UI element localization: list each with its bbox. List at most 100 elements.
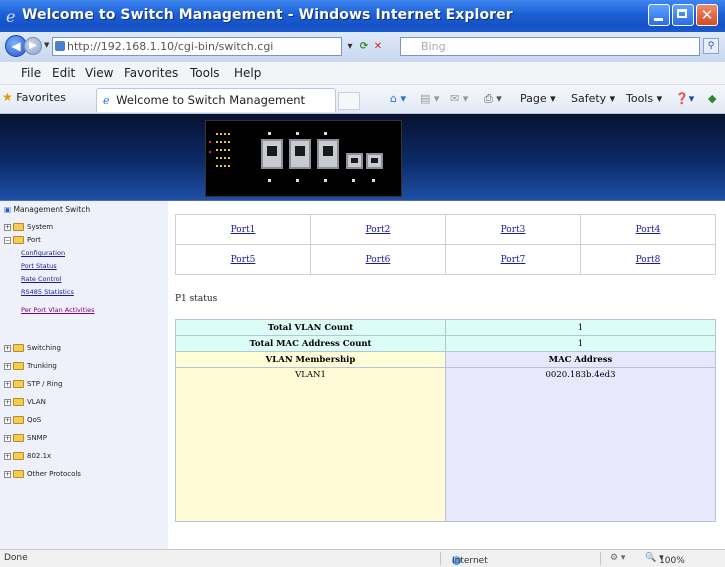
favorites-button[interactable]: ★ Favorites <box>2 90 66 104</box>
maximize-button[interactable] <box>672 4 694 26</box>
safety-menu[interactable]: Safety ▾ <box>571 92 615 105</box>
favorites-label: Favorites <box>16 91 66 104</box>
tree-link-rate-control[interactable]: Rate Control <box>21 273 61 285</box>
tree-item-qos[interactable]: + QoS <box>4 414 41 426</box>
tree-item-port[interactable]: − Port <box>4 234 41 246</box>
status-bar: Done Internet ⚙ ▾ 🔍 100% ▾ <box>0 549 725 567</box>
tab-page-icon: ℯ <box>103 94 110 107</box>
url-input[interactable]: http://192.168.1.10/cgi-bin/switch.cgi <box>52 37 342 56</box>
tree-item-vlan[interactable]: + VLAN <box>4 396 46 408</box>
menu-help[interactable]: Help <box>234 66 261 80</box>
search-button[interactable]: ⚲ <box>703 38 719 54</box>
expand-icon[interactable]: + <box>4 416 11 424</box>
mac-address-header: MAC Address <box>445 351 716 368</box>
switch-banner <box>0 114 725 201</box>
port-selector-table: Port1 Port2 Port3 Port4 Port5 Port6 Port… <box>175 214 716 275</box>
home-icon[interactable]: ⌂ ▾ <box>390 92 406 105</box>
window-title-bar: e Welcome to Switch Management - Windows… <box>0 0 725 32</box>
total-mac-count-value: 1 <box>445 335 716 352</box>
menu-bar: File Edit View Favorites Tools Help <box>0 62 725 85</box>
research-icon[interactable]: ◆ <box>708 92 716 105</box>
feeds-icon[interactable]: ▤ ▾ <box>420 92 439 105</box>
expand-icon[interactable]: + <box>4 223 11 231</box>
vlan-membership-value: VLAN1 <box>295 370 326 380</box>
expand-icon[interactable]: + <box>4 434 11 442</box>
folder-icon <box>13 362 24 370</box>
browser-tab[interactable]: ℯ Welcome to Switch Management <box>96 88 336 112</box>
print-icon[interactable]: ⎙ ▾ <box>484 92 502 106</box>
port-cell: Port5 <box>175 244 311 275</box>
tree-item-system[interactable]: + System <box>4 221 53 233</box>
port-link-7[interactable]: Port7 <box>501 255 526 265</box>
mac-address-cell: 0020.183b.4ed3 <box>445 367 716 522</box>
tools-menu[interactable]: Tools ▾ <box>626 92 662 105</box>
expand-icon[interactable]: + <box>4 470 11 478</box>
folder-icon <box>13 452 24 460</box>
page-menu[interactable]: Page ▾ <box>520 92 556 105</box>
port-cell: Port6 <box>310 244 446 275</box>
expand-icon[interactable]: + <box>4 398 11 406</box>
recent-pages-dropdown-icon[interactable]: ▼ <box>44 41 49 49</box>
menu-view[interactable]: View <box>85 66 113 80</box>
tree-item-stp-ring[interactable]: + STP / Ring <box>4 378 62 390</box>
mail-icon[interactable]: ✉ ▾ <box>450 92 468 105</box>
tree-item-label: Trunking <box>27 362 57 370</box>
close-button[interactable]: ✕ <box>696 4 718 26</box>
folder-icon <box>13 223 24 231</box>
zoom-level[interactable]: 🔍 100% ▾ <box>645 553 685 566</box>
help-icon[interactable]: ❓▾ <box>675 92 694 105</box>
port-link-4[interactable]: Port4 <box>636 225 661 235</box>
forward-arrow-icon: ▶ <box>29 40 37 51</box>
address-toolbar: ◀ ▶ ▼ http://192.168.1.10/cgi-bin/switch… <box>0 32 725 62</box>
tree-item-other-protocols[interactable]: + Other Protocols <box>4 468 81 480</box>
vlan-membership-header: VLAN Membership <box>175 351 446 368</box>
expand-icon[interactable]: + <box>4 452 11 460</box>
tree-item-label: Switching <box>27 344 61 352</box>
tree-link-rs485-statistics[interactable]: RS485 Statistics <box>21 286 74 298</box>
computer-icon: ▣ <box>4 205 12 214</box>
stop-icon[interactable]: ✕ <box>372 38 384 55</box>
tree-item-snmp[interactable]: + SNMP <box>4 432 47 444</box>
tree-link-per-port-vlan-activities[interactable]: Per Port Vlan Activities <box>21 304 94 316</box>
tree-root[interactable]: ▣ Management Switch <box>4 205 90 214</box>
protected-mode-icon[interactable]: ⚙ ▾ <box>610 553 625 563</box>
menu-favorites[interactable]: Favorites <box>124 66 178 80</box>
favorites-star-icon: ★ <box>2 90 13 104</box>
refresh-icon[interactable]: ⟳ <box>358 38 370 55</box>
tree-item-label: SNMP <box>27 434 47 442</box>
port-link-5[interactable]: Port5 <box>231 255 256 265</box>
port-link-6[interactable]: Port6 <box>366 255 391 265</box>
search-input[interactable]: Bing <box>400 37 700 56</box>
tree-item-trunking[interactable]: + Trunking <box>4 360 57 372</box>
port-status-table: Total VLAN Count 1 Total MAC Address Cou… <box>175 319 716 522</box>
port-cell: Port1 <box>175 214 311 245</box>
tree-link-configuration[interactable]: Configuration <box>21 247 65 259</box>
folder-icon <box>13 416 24 424</box>
collapse-icon[interactable]: − <box>4 236 11 244</box>
port-link-2[interactable]: Port2 <box>366 225 391 235</box>
folder-icon <box>13 380 24 388</box>
switch-front-panel-image <box>205 120 402 197</box>
expand-icon[interactable]: + <box>4 380 11 388</box>
tab-title: Welcome to Switch Management <box>116 93 306 107</box>
tree-item-8021x[interactable]: +802.1x <box>4 450 51 462</box>
window-title: Welcome to Switch Management - Windows I… <box>22 7 513 23</box>
menu-edit[interactable]: Edit <box>52 66 75 80</box>
port-link-8[interactable]: Port8 <box>636 255 661 265</box>
forward-button[interactable]: ▶ <box>24 37 42 55</box>
url-dropdown-icon[interactable]: ▾ <box>344 38 356 55</box>
menu-file[interactable]: File <box>21 66 41 80</box>
expand-icon[interactable]: + <box>4 362 11 370</box>
port-link-1[interactable]: Port1 <box>231 225 256 235</box>
expand-icon[interactable]: + <box>4 344 11 352</box>
folder-open-icon <box>13 236 24 244</box>
tree-link-port-status[interactable]: Port Status <box>21 260 57 272</box>
folder-icon <box>13 470 24 478</box>
main-content: Port1 Port2 Port3 Port4 Port5 Port6 Port… <box>168 201 725 549</box>
menu-tools[interactable]: Tools <box>190 66 220 80</box>
port-status-heading: P1 status <box>175 294 218 304</box>
port-link-3[interactable]: Port3 <box>501 225 526 235</box>
minimize-button[interactable] <box>648 4 670 26</box>
tree-item-switching[interactable]: + Switching <box>4 342 61 354</box>
new-tab-button[interactable] <box>338 92 360 110</box>
